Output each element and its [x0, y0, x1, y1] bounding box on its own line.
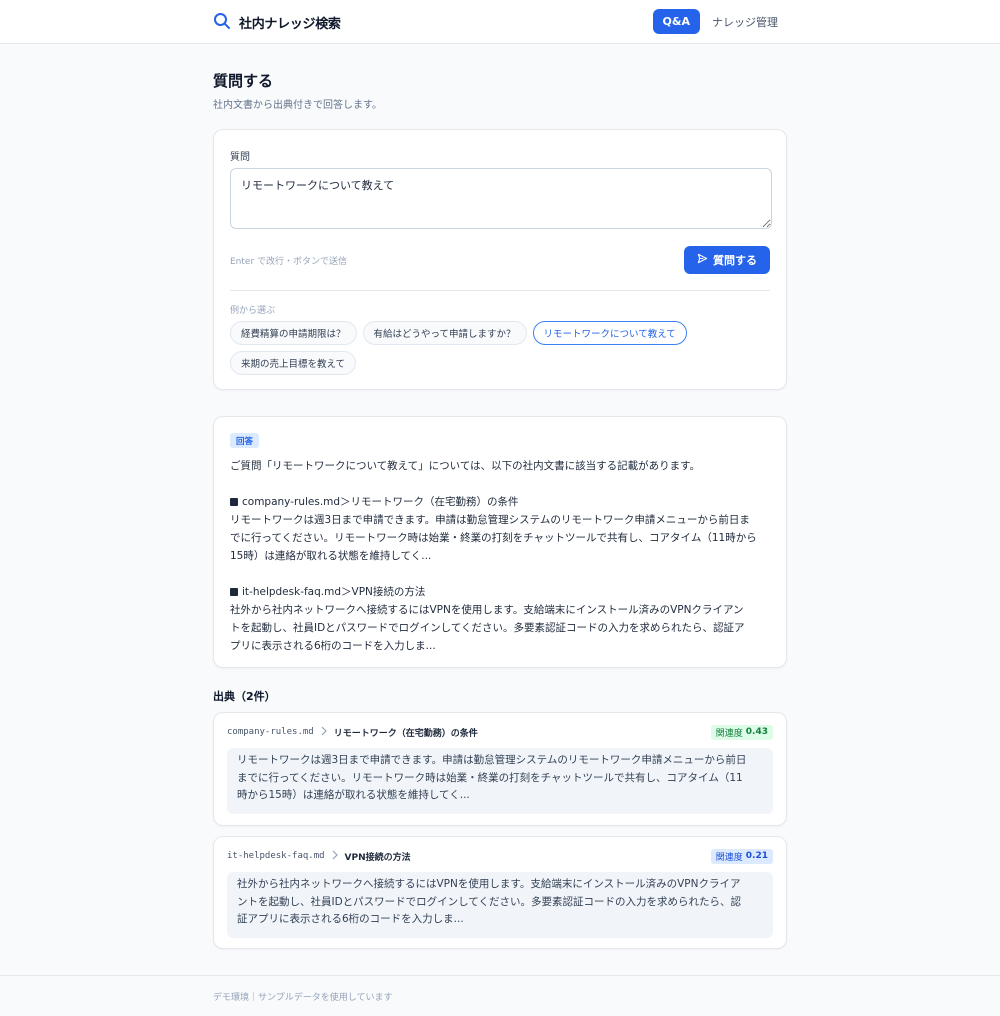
sources-title: 出典（2件） — [213, 690, 276, 703]
page-title: 質問する — [213, 72, 274, 90]
relevance-badge: 関連度 0.43 — [710, 724, 773, 740]
excerpt-line: 社外から社内ネットワークへ接続するにはVPNを使用します。支給端末にインストール… — [237, 878, 741, 890]
source-excerpt: リモートワークは週3日まで申請できます。申請は勤怠管理システムのリモートワーク申… — [227, 748, 773, 814]
answer-intro: ご質問「リモートワークについて教えて」については、以下の社内文書に該当する記載が… — [230, 460, 701, 472]
submit-question-button[interactable]: 質問する — [684, 246, 770, 274]
input-hint: Enter で改行・ボタンで送信 — [230, 257, 348, 267]
chevron-right-icon — [331, 850, 339, 863]
square-bullet-icon — [230, 588, 238, 596]
example-chip-selected[interactable]: リモートワークについて教えて — [532, 321, 687, 345]
submit-question-label: 質問する — [713, 254, 757, 267]
examples-label: 例から選ぶ — [230, 306, 276, 316]
excerpt-line: 時から15時）は連絡が取れる状態を維持してく... — [237, 789, 470, 801]
page-subtitle: 社内文書から出典付きで回答します。 — [213, 100, 382, 111]
answer-line: 社外から社内ネットワークへ接続するにはVPNを使用します。支給端末にインストール… — [230, 604, 744, 616]
relevance-score: 0.21 — [745, 851, 768, 861]
answer-line: トを起動し、社員IDとパスワードでログインしてください。多要素認証コードの入力を… — [230, 622, 745, 634]
answer-line: でに行ってください。リモートワーク時は始業・終業の打刻をチャットツールで共有し、… — [230, 532, 757, 544]
question-input[interactable]: リモートワークについて教えて — [230, 168, 772, 229]
excerpt-line: 証アプリに表示される6桁のコードを入力しま... — [237, 913, 464, 925]
example-chips: 経費精算の申請期限は？ 有給はどうやって申請しますか？ リモートワークについて教… — [230, 321, 710, 375]
source-card: company-rules.md リモートワーク（在宅勤務）の条件 関連度 0.… — [213, 712, 787, 826]
question-label: 質問 — [230, 152, 250, 163]
relevance-badge: 関連度 0.21 — [710, 848, 773, 864]
answer-section-title: company-rules.md＞リモートワーク（在宅勤務）の条件 — [242, 496, 519, 508]
question-card: 質問 リモートワークについて教えて Enter で改行・ボタンで送信 質問する … — [213, 129, 787, 390]
relevance-label: 関連度 — [715, 852, 743, 863]
excerpt-line: ントを起動し、社員IDとパスワードでログインしてください。多要素認証コードの入力… — [237, 895, 742, 908]
answer-line: 15時）は連絡が取れる状態を維持してく... — [230, 550, 432, 562]
source-section: リモートワーク（在宅勤務）の条件 — [333, 728, 478, 739]
chevron-right-icon — [320, 726, 328, 739]
relevance-label: 関連度 — [715, 728, 743, 739]
nav-qa[interactable]: Q&A — [652, 9, 700, 34]
nav-knowledge[interactable]: ナレッジ管理 — [712, 14, 778, 30]
source-header: it-helpdesk-faq.md VPN接続の方法 関連度 0.21 — [227, 848, 773, 864]
divider — [230, 290, 770, 291]
example-chip[interactable]: 経費精算の申請期限は？ — [230, 321, 357, 345]
excerpt-line: リモートワークは週3日まで申請できます。申請は勤怠管理システムのリモートワーク申… — [237, 754, 747, 766]
brand[interactable]: 社内ナレッジ検索 — [213, 12, 341, 32]
top-nav: Q&A ナレッジ管理 — [652, 9, 778, 34]
source-card: it-helpdesk-faq.md VPN接続の方法 関連度 0.21 社外か… — [213, 836, 787, 949]
answer-section-heading: it-helpdesk-faq.md＞VPN接続の方法 — [230, 583, 778, 601]
source-excerpt: 社外から社内ネットワークへ接続するにはVPNを使用します。支給端末にインストール… — [227, 872, 773, 938]
source-file[interactable]: company-rules.md — [227, 727, 314, 737]
send-icon — [697, 253, 708, 267]
footer-text: デモ環境｜サンプルデータを使用しています — [213, 993, 393, 1003]
answer-section-title: it-helpdesk-faq.md＞VPN接続の方法 — [242, 586, 426, 598]
answer-line: リモートワークは週3日まで申請できます。申請は勤怠管理システムのリモートワーク申… — [230, 514, 750, 526]
source-header: company-rules.md リモートワーク（在宅勤務）の条件 関連度 0.… — [227, 724, 773, 740]
answer-badge: 回答 — [230, 433, 260, 448]
example-chip[interactable]: 来期の売上目標を教えて — [230, 351, 357, 375]
source-file[interactable]: it-helpdesk-faq.md — [227, 851, 325, 861]
relevance-score: 0.43 — [745, 727, 768, 737]
answer-line: プリに表示される6桁のコードを入力しま... — [230, 640, 436, 652]
app-title: 社内ナレッジ検索 — [239, 16, 341, 32]
page-footer: デモ環境｜サンプルデータを使用しています — [0, 975, 1000, 1016]
app-header: 社内ナレッジ検索 Q&A ナレッジ管理 — [0, 0, 1000, 44]
answer-body: ご質問「リモートワークについて教えて」については、以下の社内文書に該当する記載が… — [230, 457, 778, 655]
answer-card: 回答 ご質問「リモートワークについて教えて」については、以下の社内文書に該当する… — [213, 416, 787, 668]
source-section: VPN接続の方法 — [344, 852, 411, 863]
search-icon — [213, 12, 231, 33]
excerpt-line: までに行ってください。リモートワーク時は始業・終業の打刻をチャットツールで共有し… — [237, 771, 743, 784]
example-chip[interactable]: 有給はどうやって申請しますか？ — [362, 321, 527, 345]
square-bullet-icon — [230, 498, 238, 506]
answer-section-heading: company-rules.md＞リモートワーク（在宅勤務）の条件 — [230, 493, 778, 511]
